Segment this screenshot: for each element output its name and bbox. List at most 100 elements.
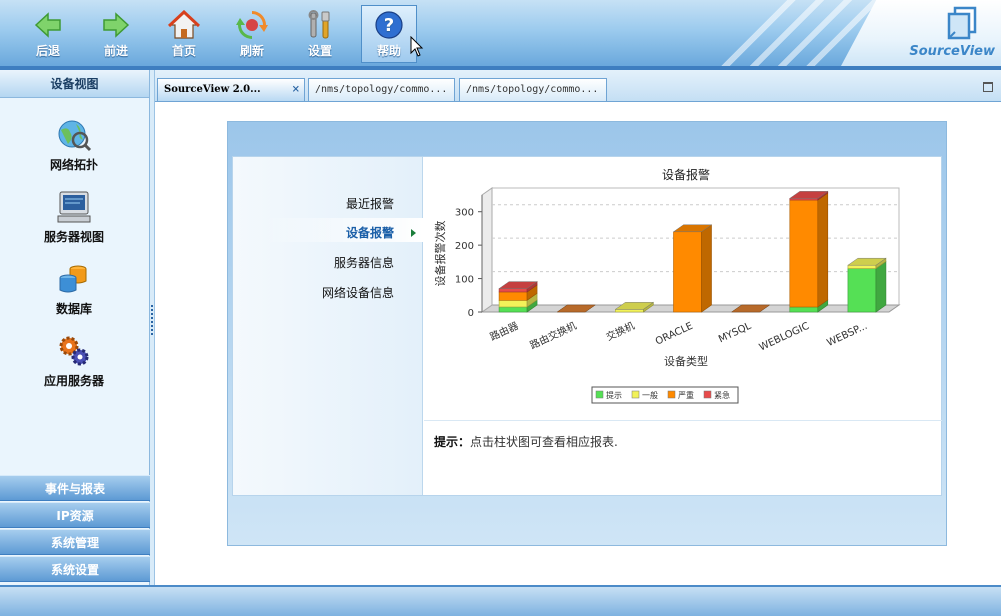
sidebar-item-label: 网络拓扑 [49, 158, 98, 172]
tab-topology-2[interactable]: /nms/topology/commo... [459, 78, 607, 101]
sidebar-item-app-server[interactable]: 应用服务器 [0, 334, 148, 389]
sidebar-header[interactable]: 设备视图 [0, 70, 149, 98]
tab-sourceview-home[interactable]: SourceView 2.0... × [157, 78, 305, 101]
refresh-label: 刷新 [239, 44, 264, 58]
tab-label: /nms/topology/commo... [315, 84, 448, 95]
gears-icon [59, 336, 89, 366]
chart-bar-segment [789, 199, 819, 308]
status-bar [0, 585, 1001, 616]
forward-label: 前进 [103, 44, 128, 58]
chart-legend-label: 一般 [642, 390, 658, 400]
sidebar-item-database[interactable]: 数据库 [0, 262, 148, 317]
chart-left-wall [481, 187, 493, 313]
brand-name: SourceView [909, 44, 995, 59]
chart-bar-segment [498, 288, 528, 293]
chart-legend-label: 提示 [606, 390, 622, 400]
hint-area: 提示：点击柱状图可查看相应报表. [424, 420, 942, 495]
hint-text: 提示：点击柱状图可查看相应报表. [434, 433, 618, 450]
menu-item-network-device-info[interactable]: 网络设备信息 [322, 284, 394, 301]
chart-x-tick-label: 路由交换机 [528, 319, 579, 352]
help-button[interactable]: ? 帮助 [361, 5, 417, 63]
tab-topology-1[interactable]: /nms/topology/commo... [308, 78, 455, 101]
settings-button[interactable]: 设置 [292, 6, 348, 62]
sidebar-section-events-reports[interactable]: 事件与报表 [0, 475, 150, 501]
top-toolbar: 后退 前进 首页 刷新 设置 ? 帮助 SourceView [0, 0, 1001, 66]
chart-legend-label: 紧急 [714, 390, 730, 400]
chart-x-tick-label: WEBLOGIC [758, 321, 811, 354]
maximize-icon[interactable] [983, 82, 993, 92]
tab-bar: SourceView 2.0... × /nms/topology/commo.… [155, 70, 1001, 102]
panel-body: 最近报警 设备报警 服务器信息 网络设备信息 设备报警 0 100 200 300 设备报… [232, 156, 942, 496]
sidebar-section-system-management[interactable]: 系统管理 [0, 529, 150, 555]
help-label: 帮助 [376, 44, 401, 58]
chart-x-tick-label: 路由器 [488, 319, 521, 343]
chart-x-axis-label: 设备类型 [664, 354, 708, 368]
device-alarm-chart[interactable]: 设备报警 0 100 200 300 设备报警次数路由器 路由交换机 交换机 ORACLE MYS… [424, 157, 942, 419]
home-button[interactable]: 首页 [156, 6, 212, 62]
close-tab-icon[interactable]: × [292, 79, 300, 100]
sidebar-section-ip-resources[interactable]: IP资源 [0, 502, 150, 528]
sidebar-item-label: 服务器视图 [43, 230, 104, 244]
chart-legend-swatch [703, 390, 712, 399]
chart-bar-segment [847, 264, 877, 269]
refresh-icon [236, 11, 268, 39]
menu-item-server-info[interactable]: 服务器信息 [334, 254, 394, 271]
chart-x-tick-label: MYSQL [717, 321, 753, 346]
chart-y-tick-label: 100 [455, 275, 474, 286]
main-content: 最近报警 设备报警 服务器信息 网络设备信息 设备报警 0 100 200 300 设备报… [155, 102, 1001, 585]
chart-area: 设备报警 0 100 200 300 设备报警次数路由器 路由交换机 交换机 ORACLE MYS… [424, 157, 942, 419]
sidebar: 设备视图 网络拓扑 服务器视图 数据库 应用服务器 事件与报表 IP资源 系统管… [0, 70, 150, 585]
menu-selection-highlight [263, 218, 423, 242]
hint-message: 点击柱状图可查看相应报表. [470, 435, 618, 449]
chart-title: 设备报警 [662, 167, 710, 182]
chart-bar-side [875, 260, 887, 313]
chart-bar-segment [498, 291, 528, 301]
svg-text:?: ? [384, 15, 394, 36]
chart-x-tick-label: ORACLE [654, 321, 695, 348]
chart-bar-segment [673, 231, 702, 313]
back-button[interactable]: 后退 [20, 6, 76, 62]
sidebar-section-system-settings[interactable]: 系统设置 [0, 556, 150, 582]
chart-bar-side [817, 192, 829, 308]
chart-bar-segment [615, 309, 644, 313]
forward-button[interactable]: 前进 [88, 6, 144, 62]
home-label: 首页 [171, 44, 196, 58]
refresh-button[interactable]: 刷新 [224, 6, 280, 62]
database-icon [59, 265, 87, 293]
menu-item-recent-alarms[interactable]: 最近报警 [346, 195, 394, 212]
menu-item-device-alarms[interactable]: 设备报警 [346, 224, 394, 241]
globe-network-icon [58, 120, 92, 152]
back-label: 后退 [35, 44, 60, 58]
device-alarm-panel: 最近报警 设备报警 服务器信息 网络设备信息 设备报警 0 100 200 300 设备报… [227, 121, 947, 546]
server-monitor-icon [57, 191, 91, 223]
chart-y-tick-label: 300 [455, 208, 474, 219]
tab-label: SourceView 2.0... [164, 84, 261, 95]
mouse-cursor-icon [410, 36, 424, 57]
settings-tools-icon [308, 10, 330, 39]
sidebar-item-server-view[interactable]: 服务器视图 [0, 190, 148, 245]
chart-bar-segment [847, 268, 877, 313]
chart-y-tick-label: 200 [455, 241, 474, 252]
home-icon [168, 10, 200, 39]
tab-label: /nms/topology/commo... [466, 84, 599, 95]
chart-y-tick-label: 0 [468, 308, 474, 319]
chart-x-tick-label: 交换机 [604, 319, 637, 343]
chart-bar-segment [789, 198, 819, 201]
chart-legend-swatch [631, 390, 640, 399]
chart-y-axis-label: 设备报警次数 [433, 221, 447, 287]
chart-bar-segment [789, 306, 819, 313]
splitter-handle[interactable] [151, 305, 153, 337]
chart-bar-side [701, 224, 712, 313]
chart-legend-swatch [667, 390, 676, 399]
hint-label: 提示： [434, 435, 471, 449]
back-arrow-icon [34, 12, 61, 38]
help-icon: ? [375, 11, 403, 39]
sidebar-item-label: 数据库 [55, 302, 92, 316]
report-menu: 最近报警 设备报警 服务器信息 网络设备信息 [233, 157, 423, 495]
chart-legend-swatch [595, 390, 604, 399]
chart-bar-segment [498, 300, 528, 308]
forward-arrow-icon [103, 12, 130, 38]
sidebar-item-network-topology[interactable]: 网络拓扑 [0, 118, 148, 173]
menu-active-arrow-icon [411, 229, 416, 237]
chart-x-tick-label: WEBSP... [825, 321, 869, 349]
